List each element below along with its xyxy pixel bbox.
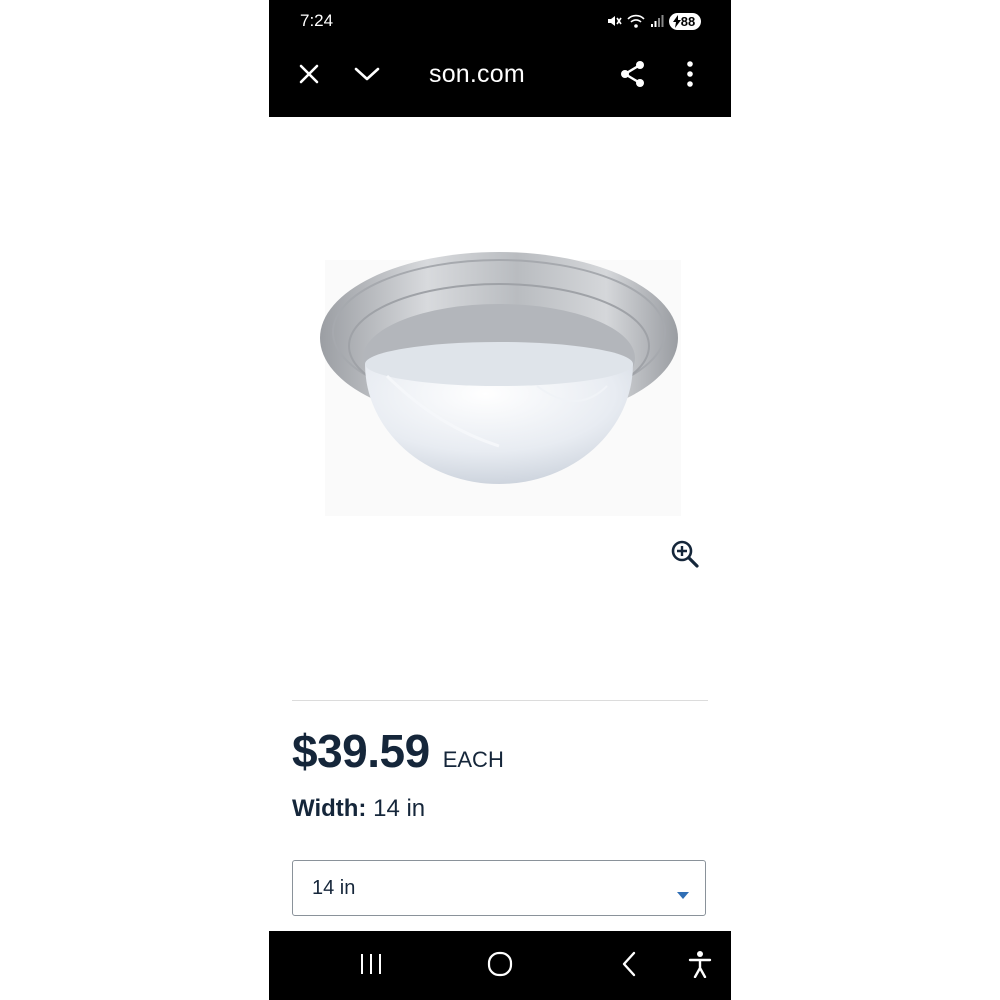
- browser-top-bar: 7:24 88 son.com: [269, 0, 731, 117]
- recents-button[interactable]: [351, 946, 391, 986]
- status-time: 7:24: [300, 11, 334, 30]
- price-unit: EACH: [442, 747, 504, 772]
- section-divider: [292, 700, 708, 701]
- product-image[interactable]: [317, 246, 687, 516]
- more-options-button[interactable]: [670, 56, 710, 96]
- battery-level: 88: [680, 13, 696, 29]
- width-label: Width:: [292, 795, 367, 822]
- width-value: 14 in: [373, 795, 426, 822]
- accessibility-icon: [688, 950, 712, 983]
- accessibility-button[interactable]: [680, 946, 720, 986]
- size-select-value: 14 in: [312, 877, 356, 899]
- back-button[interactable]: [609, 946, 649, 986]
- zoom-in-icon: [670, 539, 700, 574]
- caret-down-icon: [677, 886, 689, 904]
- system-nav-bar: [269, 931, 731, 1000]
- signal-icon: [650, 14, 664, 28]
- battery-indicator: 88: [669, 12, 701, 30]
- close-icon: [298, 63, 320, 90]
- product-price: $39.59: [292, 725, 430, 777]
- share-button[interactable]: [613, 56, 653, 96]
- recents-icon: [359, 953, 383, 980]
- more-vert-icon: [686, 60, 694, 92]
- chevron-down-icon: [354, 66, 380, 87]
- minimize-button[interactable]: [347, 56, 387, 96]
- back-icon: [621, 951, 637, 982]
- width-row: Width: 14 in: [292, 795, 425, 823]
- wifi-icon: [627, 13, 645, 29]
- home-button[interactable]: [480, 946, 520, 986]
- close-tab-button[interactable]: [289, 56, 329, 96]
- mute-icon: [606, 13, 622, 29]
- share-icon: [619, 60, 647, 93]
- size-select[interactable]: 14 in: [292, 860, 706, 916]
- phone-screen: 7:24 88 son.com $39.59 EACH Width: 14 in…: [269, 0, 731, 1000]
- home-icon: [487, 951, 513, 982]
- price-row: $39.59 EACH: [292, 724, 504, 778]
- zoom-image-button[interactable]: [667, 538, 703, 574]
- status-icons: 88: [606, 11, 701, 31]
- url-text[interactable]: son.com: [429, 60, 525, 89]
